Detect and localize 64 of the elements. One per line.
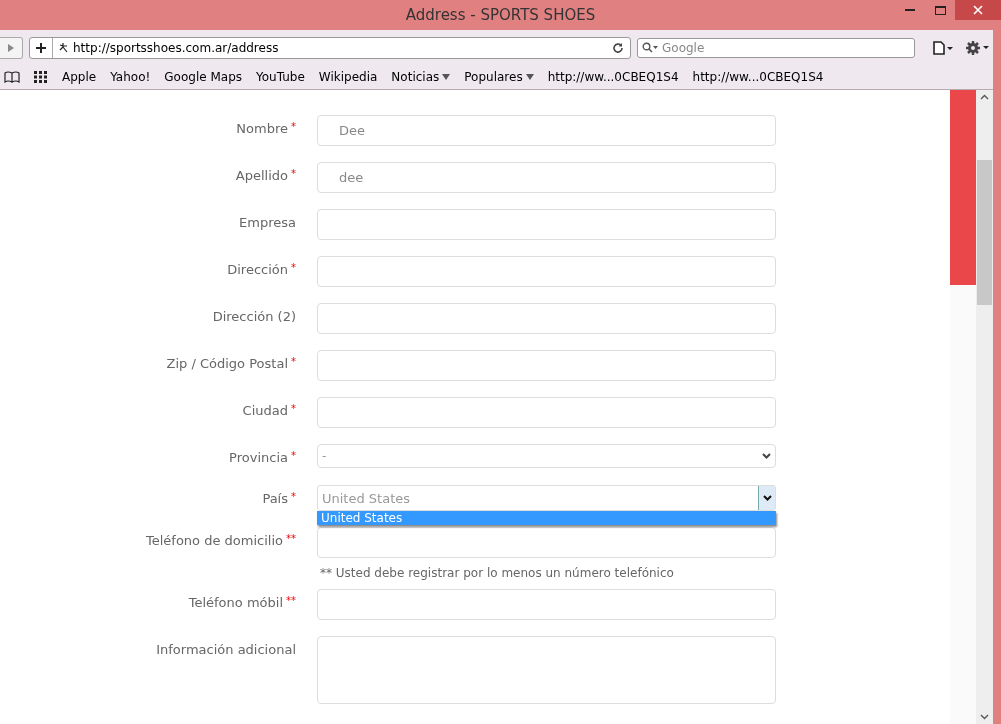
field-label: Teléfono móbil	[188, 595, 283, 612]
bookmark-link[interactable]: Noticias	[391, 70, 451, 84]
close-icon	[973, 5, 983, 15]
required-marker: **	[286, 595, 296, 608]
bookmark-link[interactable]: Google Maps	[164, 70, 243, 84]
search-icon	[642, 42, 658, 53]
required-marker: *	[291, 403, 296, 416]
bookmark-link[interactable]: http://ww...0CBEQ1S4	[547, 70, 679, 84]
reload-icon[interactable]	[612, 41, 624, 54]
required-marker: **	[286, 533, 296, 546]
field-label: Provincia	[229, 450, 288, 467]
field-label: Apellido	[235, 168, 288, 185]
bookmark-link[interactable]: http://ww...0CBEQ1S4	[692, 70, 824, 84]
text-field[interactable]	[317, 527, 776, 558]
chevron-icon	[762, 453, 771, 459]
minimize-icon	[905, 8, 915, 12]
field-label: Dirección	[227, 262, 288, 279]
bookmark-link[interactable]: Populares	[464, 70, 534, 84]
bookmark-link[interactable]: Yahoo!	[110, 70, 151, 84]
scroll-down-icon[interactable]	[980, 714, 989, 720]
grid-icon[interactable]	[34, 71, 48, 83]
field-label: Información adicional	[156, 642, 296, 659]
field-label: País	[262, 491, 288, 508]
field-label: Ciudad	[242, 403, 288, 420]
play-icon	[8, 43, 14, 52]
close-button[interactable]	[955, 0, 1001, 20]
text-field[interactable]: dee	[317, 162, 776, 193]
runner-icon	[57, 41, 69, 54]
forward-button[interactable]	[0, 36, 23, 59]
caret-icon	[442, 74, 451, 80]
plus-icon	[36, 42, 46, 53]
hint-text: ** Usted debe registrar por lo menos un número telefónico	[319, 566, 675, 580]
bookmark-link[interactable]: YouTube	[256, 70, 305, 84]
required-marker: *	[291, 121, 296, 134]
text-field[interactable]	[317, 350, 776, 381]
search-field[interactable]: Google	[637, 37, 915, 58]
field-label: Empresa	[239, 215, 296, 232]
required-marker: *	[291, 356, 296, 369]
text-field[interactable]	[317, 256, 776, 287]
text-field[interactable]	[317, 589, 776, 620]
scroll-up-icon[interactable]	[980, 94, 989, 100]
settings-icon[interactable]	[965, 39, 989, 56]
field-label: Nombre	[236, 121, 288, 138]
text-field[interactable]	[317, 397, 776, 428]
field-label: Teléfono de domicilio	[146, 533, 283, 550]
text-field[interactable]	[317, 209, 776, 240]
bookmark-link[interactable]: Wikipedia	[318, 70, 378, 84]
chevron-icon	[762, 495, 772, 501]
page-menu-icon[interactable]	[933, 40, 953, 55]
text-field[interactable]: Dee	[317, 115, 776, 146]
field-label: Zip / Código Postal	[166, 356, 288, 373]
field-label: Dirección (2)	[212, 309, 296, 326]
book-icon[interactable]	[4, 71, 20, 83]
window-title: Address - SPORTS SHOES	[405, 6, 596, 24]
required-marker: *	[291, 491, 296, 504]
address-bar[interactable]: http://sportsshoes.com.ar/address	[29, 36, 631, 59]
required-marker: *	[291, 262, 296, 275]
caret-icon	[525, 74, 534, 80]
maximize-icon	[934, 5, 946, 15]
text-field[interactable]	[317, 303, 776, 334]
required-marker: *	[291, 450, 296, 463]
required-marker: *	[291, 168, 296, 181]
scrollbar-thumb[interactable]	[977, 160, 992, 305]
bookmark-link[interactable]: Apple	[62, 70, 97, 84]
